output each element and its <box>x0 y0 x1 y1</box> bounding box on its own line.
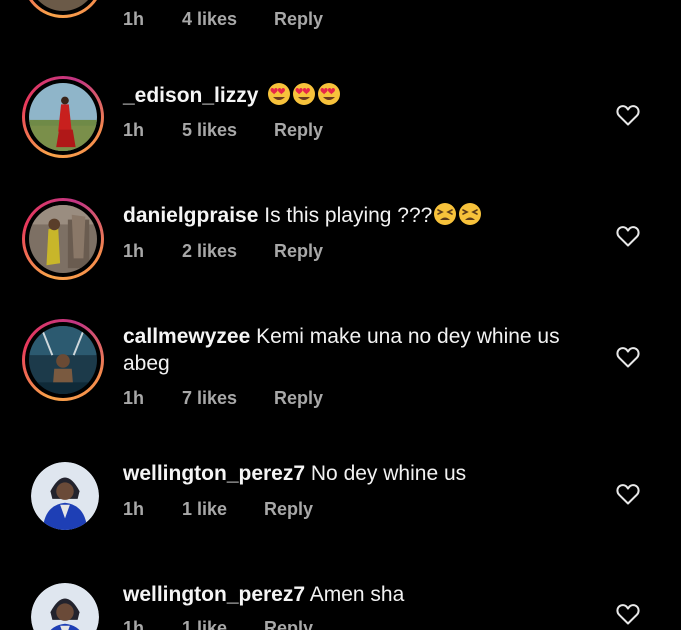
comment-username[interactable]: callmewyzee <box>123 325 250 348</box>
comment-text: wellington_perez7 No dey whine us <box>123 460 603 487</box>
comment-username[interactable]: wellington_perez7 <box>123 462 305 485</box>
avatar[interactable] <box>22 319 104 401</box>
comment-body: Amen sha <box>309 583 405 606</box>
likes-count[interactable]: 2 likes <box>182 241 237 262</box>
comment-body: Is this playing ??? <box>264 204 433 227</box>
heart-outline-icon[interactable] <box>616 225 640 247</box>
comment-time: 1h <box>123 499 145 519</box>
heart-eyes-emoji <box>318 83 341 105</box>
reply-button[interactable]: Reply <box>264 499 313 520</box>
heart-outline-icon[interactable] <box>616 104 640 126</box>
comment-username[interactable]: danielgpraise <box>123 204 258 227</box>
likes-count[interactable]: 7 likes <box>182 388 237 409</box>
comment-time: 1h <box>123 120 145 140</box>
likes-count[interactable]: 5 likes <box>182 120 237 141</box>
avatar[interactable] <box>22 198 104 280</box>
comment-username[interactable]: _edison_lizzy <box>123 84 258 107</box>
avatar[interactable] <box>31 583 99 630</box>
comment-time: 1h <box>123 388 145 408</box>
reply-button[interactable]: Reply <box>274 120 323 141</box>
comment-text: danielgpraise Is this playing ??? <box>123 202 603 229</box>
heart-eyes-emoji <box>268 83 291 105</box>
comment-time: 1h <box>123 618 145 630</box>
avatar[interactable] <box>22 0 104 18</box>
comment-time: 1h <box>123 241 145 261</box>
avatar[interactable] <box>22 76 104 158</box>
comment-text: wellington_perez7 Amen sha <box>123 581 603 608</box>
heart-outline-icon[interactable] <box>616 483 640 505</box>
reply-button[interactable]: Reply <box>274 9 323 30</box>
comment-text: callmewyzee Kemi make una no dey whine u… <box>123 323 603 377</box>
comment-time: 1h <box>123 9 145 29</box>
likes-count[interactable]: 1 like <box>182 499 227 520</box>
reply-button[interactable]: Reply <box>274 241 323 262</box>
likes-count[interactable]: 4 likes <box>182 9 237 30</box>
comment-username[interactable]: wellington_perez7 <box>123 583 305 606</box>
reply-button[interactable]: Reply <box>264 618 313 630</box>
likes-count[interactable]: 1 like <box>182 618 227 630</box>
comment-body: No dey whine us <box>310 462 467 485</box>
reply-button[interactable]: Reply <box>274 388 323 409</box>
tired-face-emoji <box>459 203 482 225</box>
tired-face-emoji <box>434 203 457 225</box>
heart-eyes-emoji <box>293 83 316 105</box>
avatar[interactable] <box>31 462 99 530</box>
heart-outline-icon[interactable] <box>616 603 640 625</box>
heart-outline-icon[interactable] <box>616 346 640 368</box>
comment-text: _edison_lizzy <box>123 82 603 109</box>
